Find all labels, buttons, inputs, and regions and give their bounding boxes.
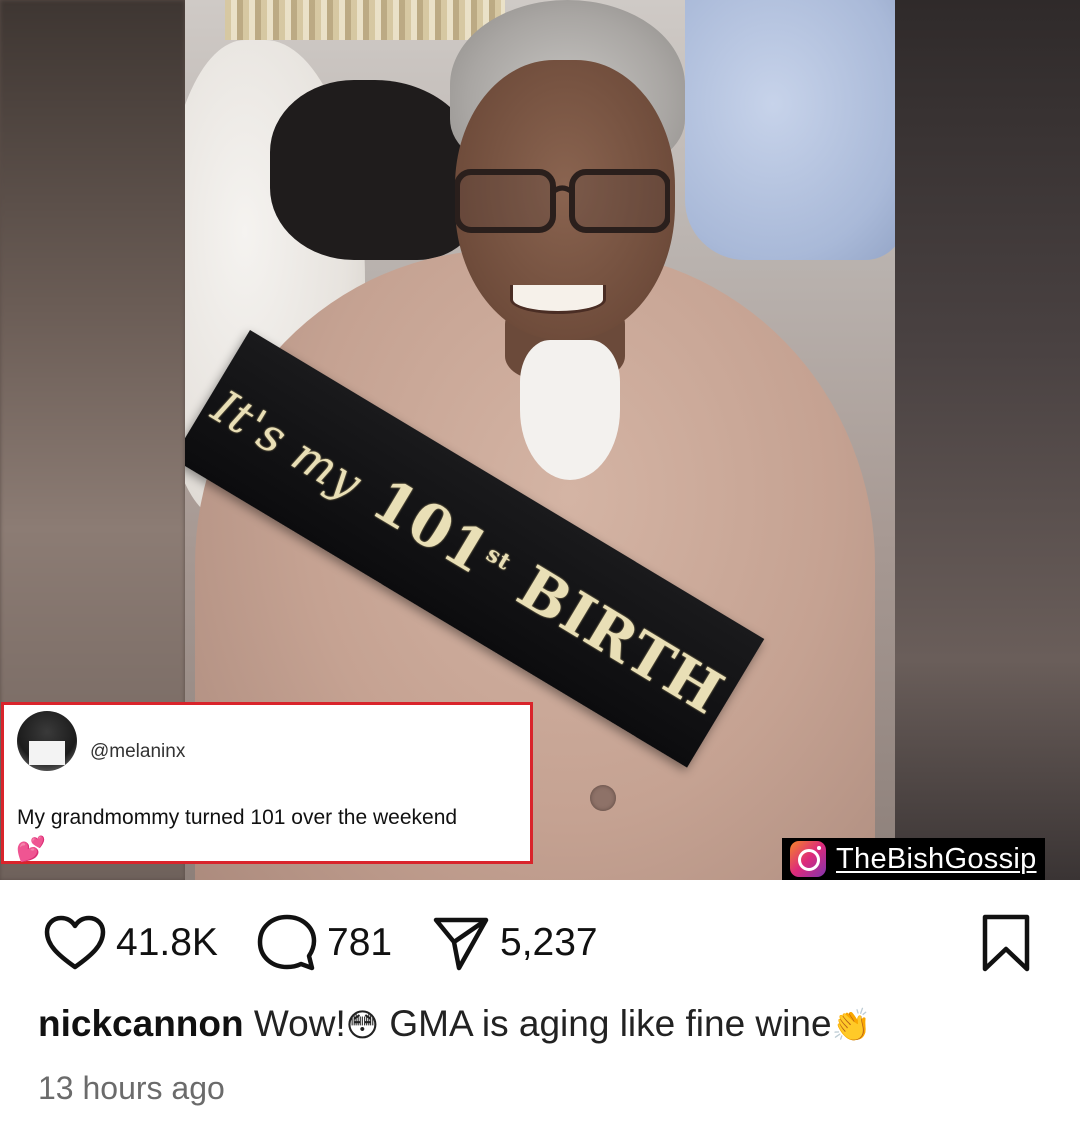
blurred-background-right [895, 0, 1080, 880]
action-bar: 41.8K 781 5,237 [0, 905, 1080, 980]
watermark-text: TheBishGossip [836, 842, 1037, 875]
tweet-screenshot-card: @melaninx My grandmommy turned 101 over … [1, 702, 533, 864]
sash-number: 101 [360, 465, 503, 588]
jacket-button [590, 785, 616, 811]
watermark: TheBishGossip [782, 838, 1045, 880]
flushed-face-emoji: 😳 [345, 1006, 380, 1044]
caption-text-1: Wow! [253, 1003, 346, 1044]
dark-cloth [270, 80, 480, 260]
tweet-text: My grandmommy turned 101 over the weeken… [17, 806, 458, 829]
avatar [17, 711, 77, 771]
post-caption: nickcannon Wow!😳 GMA is aging like fine … [38, 1003, 871, 1045]
bookmark-icon [982, 914, 1030, 971]
comment-button[interactable]: 781 [257, 905, 392, 980]
save-button[interactable] [980, 905, 1032, 980]
white-shirt [520, 340, 620, 480]
comment-count: 781 [327, 920, 393, 964]
share-count: 5,237 [500, 920, 598, 964]
post-timestamp: 13 hours ago [38, 1070, 225, 1106]
two-hearts-emoji: 💕 [16, 835, 46, 863]
comment-icon [257, 914, 317, 970]
blue-pillow [685, 0, 895, 260]
avatar-sign [29, 741, 65, 765]
like-count: 41.8K [116, 920, 218, 964]
instagram-icon [790, 841, 826, 877]
wall-art [225, 0, 505, 40]
glasses-icon [455, 169, 670, 233]
caption-text-2: GMA is aging like fine wine [389, 1003, 832, 1044]
caption-username[interactable]: nickcannon [38, 1003, 244, 1044]
send-icon [433, 917, 489, 970]
smile [510, 285, 606, 314]
share-button[interactable]: 5,237 [432, 905, 598, 980]
heart-icon [44, 915, 106, 969]
clapping-hands-emoji: 👏 [831, 1006, 872, 1044]
post-image[interactable]: It's my 101st BIRTH @melaninx My grandmo… [0, 0, 1080, 880]
tweet-handle: @melaninx [90, 741, 186, 762]
like-button[interactable]: 41.8K [44, 905, 218, 980]
sash-script-text: It's my [203, 379, 372, 511]
